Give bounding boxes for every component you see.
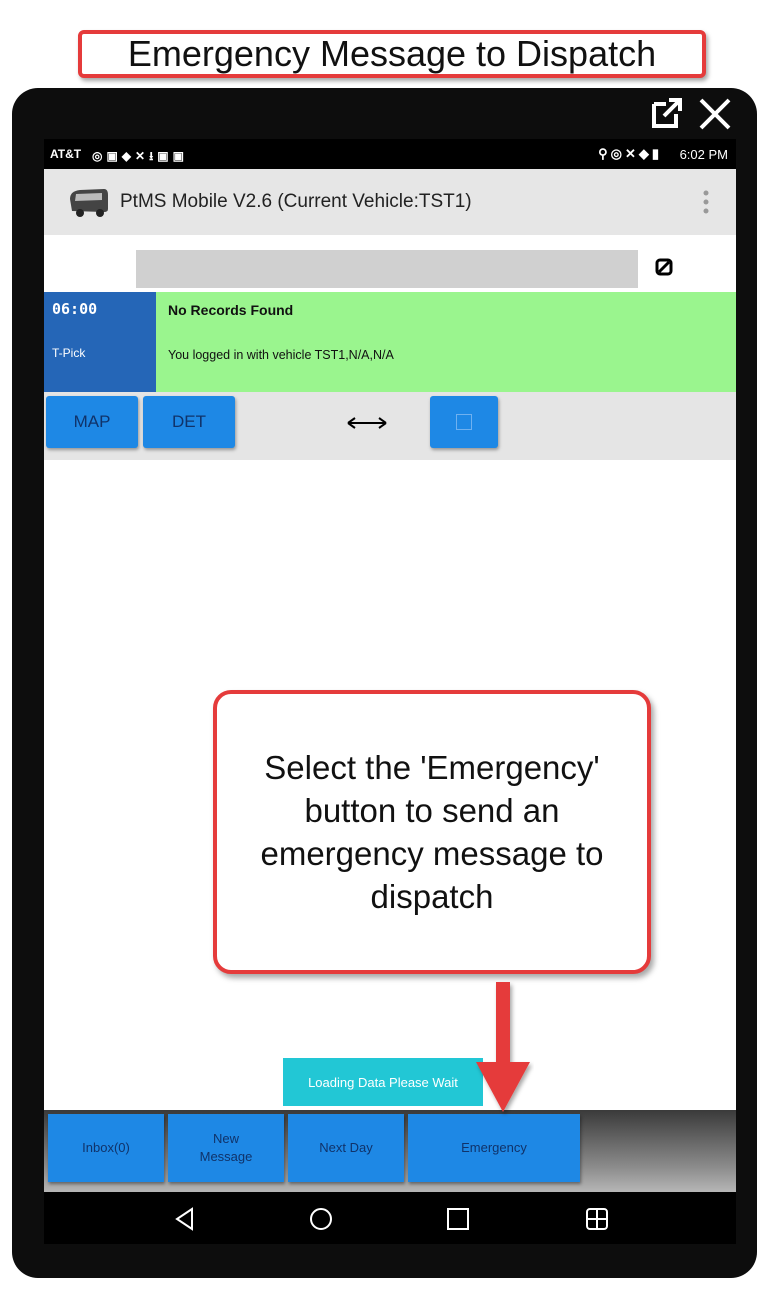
recent-apps-icon[interactable] (445, 1206, 471, 1232)
app-title: PtMS Mobile V2.6 (Current Vehicle:TST1) (120, 191, 472, 212)
bus-icon (70, 189, 108, 217)
loading-toast: Loading Data Please Wait (283, 1058, 483, 1106)
notification-icons: ◎▣◆✕⭳▣▣ (92, 149, 188, 163)
next-day-button[interactable]: Next Day (288, 1114, 404, 1182)
close-icon[interactable] (697, 96, 733, 132)
callout-arrow-icon (476, 982, 530, 1112)
clock: 6:02 PM (679, 147, 728, 162)
resize-arrow-icon[interactable] (346, 416, 388, 430)
inbox-button[interactable]: Inbox(0) (48, 1114, 164, 1182)
action-row: MAP DET (44, 392, 736, 460)
trip-type: T-Pick (52, 346, 86, 360)
clear-search-icon[interactable] (655, 258, 673, 276)
checkbox-button[interactable] (430, 396, 498, 448)
open-external-icon[interactable] (650, 96, 684, 130)
checkbox-icon (456, 414, 472, 430)
keyboard-grid-icon[interactable] (584, 1206, 610, 1232)
new-message-button[interactable]: New Message (168, 1114, 284, 1182)
trip-record[interactable]: No Records Found You logged in with vehi… (156, 292, 736, 392)
android-nav-bar (44, 1192, 736, 1244)
annotation-callout: Select the 'Emergency' button to send an… (213, 690, 651, 974)
det-button[interactable]: DET (143, 396, 235, 448)
status-bar: AT&T ◎▣◆✕⭳▣▣ ⚲◎✕◆▮ 6:02 PM (44, 139, 736, 169)
record-message: You logged in with vehicle TST1,N/A,N/A (168, 348, 394, 362)
record-title: No Records Found (168, 302, 294, 318)
emergency-button[interactable]: Emergency (408, 1114, 580, 1182)
callout-text: Select the 'Emergency' button to send an… (260, 749, 604, 915)
annotation-title-text: Emergency Message to Dispatch (127, 33, 657, 74)
app-bar: PtMS Mobile V2.6 (Current Vehicle:TST1) (44, 169, 736, 235)
annotation-title-banner: Emergency Message to Dispatch (78, 30, 706, 78)
trip-time: 06:00 (52, 300, 98, 318)
overflow-menu-icon[interactable] (702, 189, 710, 215)
trip-time-box[interactable]: 06:00 T-Pick (44, 292, 156, 392)
map-button[interactable]: MAP (46, 396, 138, 448)
home-icon[interactable] (308, 1206, 334, 1232)
search-input[interactable] (136, 250, 638, 288)
bottom-button-bar: Inbox(0) New Message Next Day Emergency (44, 1110, 736, 1192)
carrier-label: AT&T (50, 147, 82, 161)
back-icon[interactable] (172, 1206, 198, 1232)
system-icons: ⚲◎✕◆▮ (598, 146, 662, 161)
